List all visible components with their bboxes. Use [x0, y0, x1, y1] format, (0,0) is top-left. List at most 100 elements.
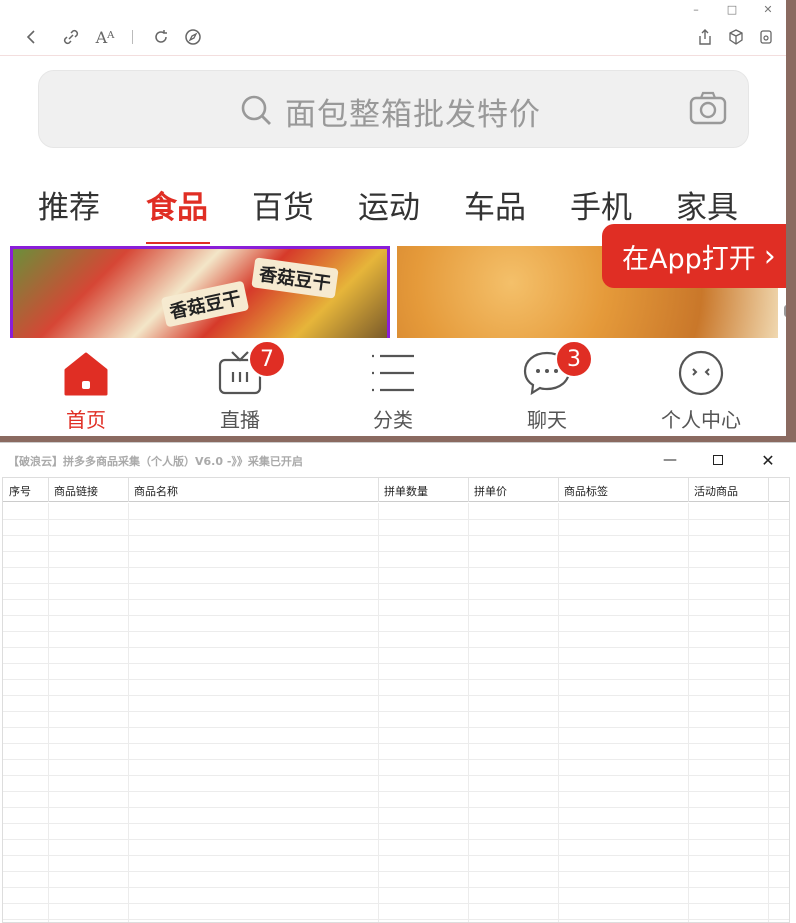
font-size-icon[interactable]: Aᴬ — [92, 24, 118, 50]
screen: – □ ✕ Aᴬ 面包整箱批发特价 推荐 食品 百货 运动 车品 手机 家具 香… — [0, 0, 796, 923]
nav-label: 首页 — [66, 408, 106, 432]
tab-car[interactable]: 车品 — [464, 182, 526, 227]
col-header-group-count[interactable]: 拼单数量 — [384, 483, 428, 499]
grid-row-line — [3, 567, 789, 568]
camera-icon[interactable] — [689, 91, 727, 129]
bottom-nav: 首页 7 直播 分类 3 聊天 个人中心 — [0, 338, 786, 436]
grid-row-line — [3, 823, 789, 824]
nav-home[interactable]: 首页 — [16, 338, 156, 436]
column-divider[interactable] — [48, 478, 49, 502]
app-close-button[interactable]: ✕ — [746, 447, 790, 473]
grid-row-line — [3, 855, 789, 856]
compass-icon[interactable] — [180, 24, 206, 50]
search-icon — [239, 93, 273, 131]
close-button[interactable]: ✕ — [750, 0, 786, 18]
category-list-icon — [368, 348, 418, 398]
grid-column-line — [468, 503, 469, 922]
grid-row-line — [3, 743, 789, 744]
grid-row-line — [3, 871, 789, 872]
window-controls: – □ ✕ — [678, 0, 786, 18]
nav-label: 分类 — [373, 408, 413, 432]
grid-row-line — [3, 903, 789, 904]
nav-category[interactable]: 分类 — [323, 338, 463, 436]
product-table: 序号 商品链接 商品名称 拼单数量 拼单价 商品标签 活动商品 — [2, 477, 790, 923]
chat-badge: 3 — [555, 340, 593, 378]
column-divider[interactable] — [128, 478, 129, 502]
tab-recommend[interactable]: 推荐 — [38, 182, 100, 227]
app-minimize-button[interactable]: — — [648, 447, 692, 473]
grid-row-line — [3, 887, 789, 888]
column-divider[interactable] — [558, 478, 559, 502]
grid-row-line — [3, 599, 789, 600]
grid-column-line — [768, 503, 769, 922]
grid-row-line — [3, 791, 789, 792]
tab-sports[interactable]: 运动 — [358, 182, 420, 227]
grid-row-line — [3, 615, 789, 616]
maximize-icon — [713, 455, 723, 465]
scrollbar-thumb[interactable] — [784, 305, 786, 317]
tab-phone[interactable]: 手机 — [570, 182, 632, 227]
close-icon: ✕ — [761, 450, 775, 470]
minimize-icon: — — [663, 452, 677, 468]
share-icon[interactable] — [692, 24, 718, 50]
grid-row-line — [3, 807, 789, 808]
minimize-button[interactable]: – — [678, 0, 714, 18]
search-placeholder: 面包整箱批发特价 — [285, 97, 541, 133]
nav-label: 个人中心 — [661, 408, 741, 432]
col-header-promo[interactable]: 活动商品 — [694, 483, 738, 499]
grid-row-line — [3, 583, 789, 584]
nav-chat[interactable]: 3 聊天 — [477, 338, 617, 436]
grid-row-line — [3, 679, 789, 680]
tab-food[interactable]: 食品 — [146, 182, 208, 227]
col-header-tags[interactable]: 商品标签 — [564, 483, 608, 499]
maximize-button[interactable]: □ — [714, 0, 750, 18]
col-header-name[interactable]: 商品名称 — [134, 483, 178, 499]
nav-live[interactable]: 7 直播 — [170, 338, 310, 436]
table-body[interactable] — [3, 503, 789, 922]
tab-furniture[interactable]: 家具 — [676, 182, 738, 227]
grid-column-line — [378, 503, 379, 922]
refresh-icon[interactable] — [148, 24, 174, 50]
back-icon[interactable] — [18, 24, 44, 50]
grid-row-line — [3, 519, 789, 520]
app-title: 【破浪云】拼多多商品采集（个人版）V6.0 -》》采集已开启 — [8, 455, 303, 468]
grid-row-line — [3, 839, 789, 840]
grid-row-line — [3, 727, 789, 728]
nav-profile[interactable]: 个人中心 — [631, 338, 771, 436]
grid-column-line — [48, 503, 49, 922]
cube-icon[interactable] — [723, 24, 749, 50]
column-divider[interactable] — [768, 478, 769, 502]
table-header: 序号 商品链接 商品名称 拼单数量 拼单价 商品标签 活动商品 — [3, 478, 789, 502]
grid-column-line — [128, 503, 129, 922]
grid-column-line — [558, 503, 559, 922]
column-divider[interactable] — [688, 478, 689, 502]
toolbar-divider — [132, 30, 133, 44]
link-icon[interactable] — [58, 24, 84, 50]
grid-row-line — [3, 775, 789, 776]
column-divider[interactable] — [468, 478, 469, 502]
grid-row-line — [3, 647, 789, 648]
browser-toolbar: Aᴬ — [0, 20, 786, 56]
product-banner-tofu[interactable]: 香菇豆干 香菇豆干 — [10, 246, 390, 338]
col-header-group-price[interactable]: 拼单价 — [474, 483, 507, 499]
app-maximize-button[interactable] — [696, 447, 740, 473]
chevron-right-icon: › — [763, 238, 776, 274]
grid-row-line — [3, 535, 789, 536]
browser-window: – □ ✕ Aᴬ 面包整箱批发特价 推荐 食品 百货 运动 车品 手机 家具 香… — [0, 0, 786, 436]
open-in-app-label: 在App打开 — [622, 243, 756, 275]
grid-column-line — [688, 503, 689, 922]
search-bar[interactable]: 面包整箱批发特价 — [38, 70, 749, 148]
pack-label: 香菇豆干 — [160, 280, 250, 328]
grid-row-line — [3, 919, 789, 920]
nav-label: 聊天 — [527, 408, 567, 432]
column-divider[interactable] — [378, 478, 379, 502]
tab-general-goods[interactable]: 百货 — [252, 182, 314, 227]
col-header-link[interactable]: 商品链接 — [54, 483, 98, 499]
grid-row-line — [3, 663, 789, 664]
exit-icon[interactable] — [753, 24, 779, 50]
col-header-index[interactable]: 序号 — [9, 483, 31, 499]
grid-row-line — [3, 711, 789, 712]
live-badge: 7 — [248, 340, 286, 378]
open-in-app-button[interactable]: 在App打开 › — [602, 224, 786, 288]
grid-row-line — [3, 759, 789, 760]
